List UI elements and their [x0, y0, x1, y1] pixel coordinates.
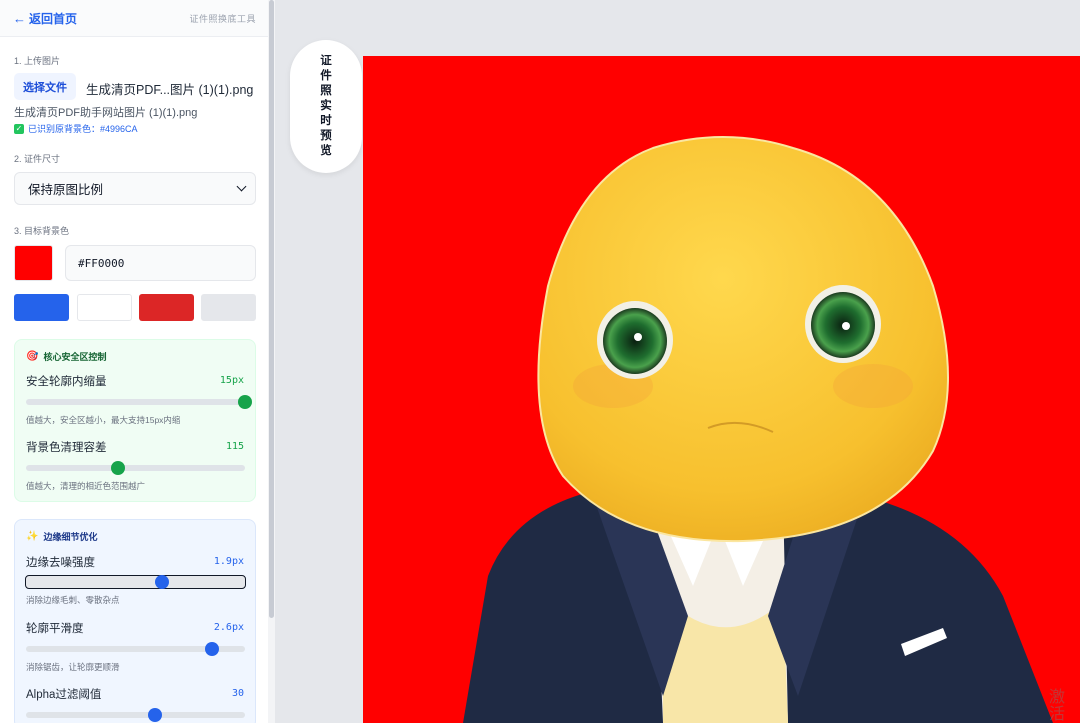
- tolerance-value: 115: [225, 441, 244, 452]
- tolerance-slider-thumb[interactable]: [110, 461, 125, 475]
- sidebar-scrollbar-thumb[interactable]: [269, 0, 274, 618]
- bg-color-picker[interactable]: [14, 245, 53, 281]
- edge-title: ✨ 边缘细节优化: [26, 530, 97, 543]
- denoise-slider[interactable]: [25, 575, 246, 589]
- tolerance-help: 值越大，清理的相近色范围越广: [26, 481, 146, 491]
- preset-white[interactable]: [77, 294, 132, 321]
- sidebar-scrollbar[interactable]: [268, 0, 275, 723]
- preview-label-char: 时: [320, 115, 332, 127]
- smooth-label: 轮廓平滑度: [26, 623, 84, 635]
- preview-label-char: 件: [320, 70, 332, 82]
- smooth-value: 2.6px: [213, 622, 244, 633]
- target-icon: 🎯: [26, 351, 39, 362]
- denoise-label: 边缘去噪强度: [26, 557, 95, 569]
- edge-title-text: 边缘细节优化: [43, 532, 98, 542]
- photo-size-value: 保持原图比例: [28, 183, 104, 197]
- preview-label-char: 预: [320, 130, 332, 142]
- settings-sidebar: ← 返回首页 证件照换底工具 1. 上传图片 选择文件 生成清页PDF...图片…: [0, 0, 268, 723]
- detected-bg-status: ✓ 已识别原背景色：#4996CA: [14, 122, 138, 135]
- alpha-slider[interactable]: [26, 708, 245, 722]
- character-illustration: [463, 136, 1053, 723]
- tool-name: 证件照换底工具: [189, 13, 256, 24]
- alpha-value: 30: [231, 688, 244, 699]
- chevron-down-icon: [236, 181, 247, 192]
- preview-label-char: 证: [320, 55, 332, 67]
- inset-slider-thumb[interactable]: [238, 395, 252, 409]
- back-home-link[interactable]: ← 返回首页: [13, 10, 77, 27]
- preset-red[interactable]: [139, 294, 194, 321]
- id-photo-preview: [363, 56, 1080, 723]
- selected-file-name: 生成清页PDF...图片 (1)(1).png: [86, 83, 254, 97]
- sidebar-header: ← 返回首页 证件照换底工具: [0, 0, 268, 37]
- inset-help: 值越大，安全区越小，最大支持15px内缩: [26, 415, 181, 425]
- alpha-label: Alpha过滤阈值: [26, 689, 102, 701]
- preset-gray[interactable]: [201, 294, 256, 321]
- bg-color-section-label: 3. 目标背景色: [14, 226, 70, 236]
- check-icon: ✓: [14, 123, 24, 134]
- preset-blue[interactable]: [14, 294, 69, 321]
- denoise-slider-thumb[interactable]: [154, 575, 169, 589]
- edge-panel: ✨ 边缘细节优化 边缘去噪强度 1.9px 消除边缘毛刺、零散杂点 轮廓平滑度 …: [14, 519, 256, 723]
- activation-watermark: 激活 转到: [1049, 689, 1080, 723]
- smooth-slider-thumb[interactable]: [205, 642, 220, 656]
- preview-label-char: 照: [320, 85, 332, 97]
- bg-hex-input[interactable]: #FF0000: [65, 245, 256, 281]
- sparkle-icon: ✨: [26, 531, 39, 542]
- preview-label: 证 件 照 实 时 预 览: [290, 40, 362, 173]
- inset-slider[interactable]: [26, 395, 252, 409]
- denoise-value: 1.9px: [213, 556, 244, 567]
- smooth-help: 消除锯齿，让轮廓更顺滑: [26, 662, 120, 672]
- watermark-line-1: 激活: [1049, 689, 1066, 723]
- size-section-label: 2. 证件尺寸: [14, 154, 61, 164]
- arrow-left-icon: ←: [13, 10, 26, 26]
- safe-zone-panel: 🎯 核心安全区控制 安全轮廓内缩量 15px 值越大，安全区越小，最大支持15p…: [14, 339, 256, 502]
- safe-zone-title: 🎯 核心安全区控制: [26, 350, 106, 363]
- inset-value: 15px: [219, 375, 244, 386]
- smooth-slider[interactable]: [26, 642, 245, 656]
- photo-size-select[interactable]: 保持原图比例: [14, 172, 256, 205]
- detected-bg-text: 已识别原背景色：#4996CA: [28, 124, 138, 134]
- upload-section-label: 1. 上传图片: [14, 56, 61, 66]
- denoise-help: 消除边缘毛刺、零散杂点: [26, 595, 120, 605]
- back-home-label: 返回首页: [29, 11, 78, 26]
- preview-label-char: 实: [320, 100, 332, 112]
- preview-label-char: 览: [320, 145, 332, 157]
- safe-zone-title-text: 核心安全区控制: [43, 352, 107, 362]
- uploaded-file-name: 生成清页PDF助手网站图片 (1)(1).png: [14, 107, 198, 119]
- alpha-slider-thumb[interactable]: [148, 708, 163, 722]
- choose-file-button[interactable]: 选择文件: [14, 73, 76, 100]
- tolerance-label: 背景色清理容差: [26, 442, 107, 454]
- tolerance-slider[interactable]: [26, 461, 245, 475]
- inset-label: 安全轮廓内缩量: [26, 376, 107, 388]
